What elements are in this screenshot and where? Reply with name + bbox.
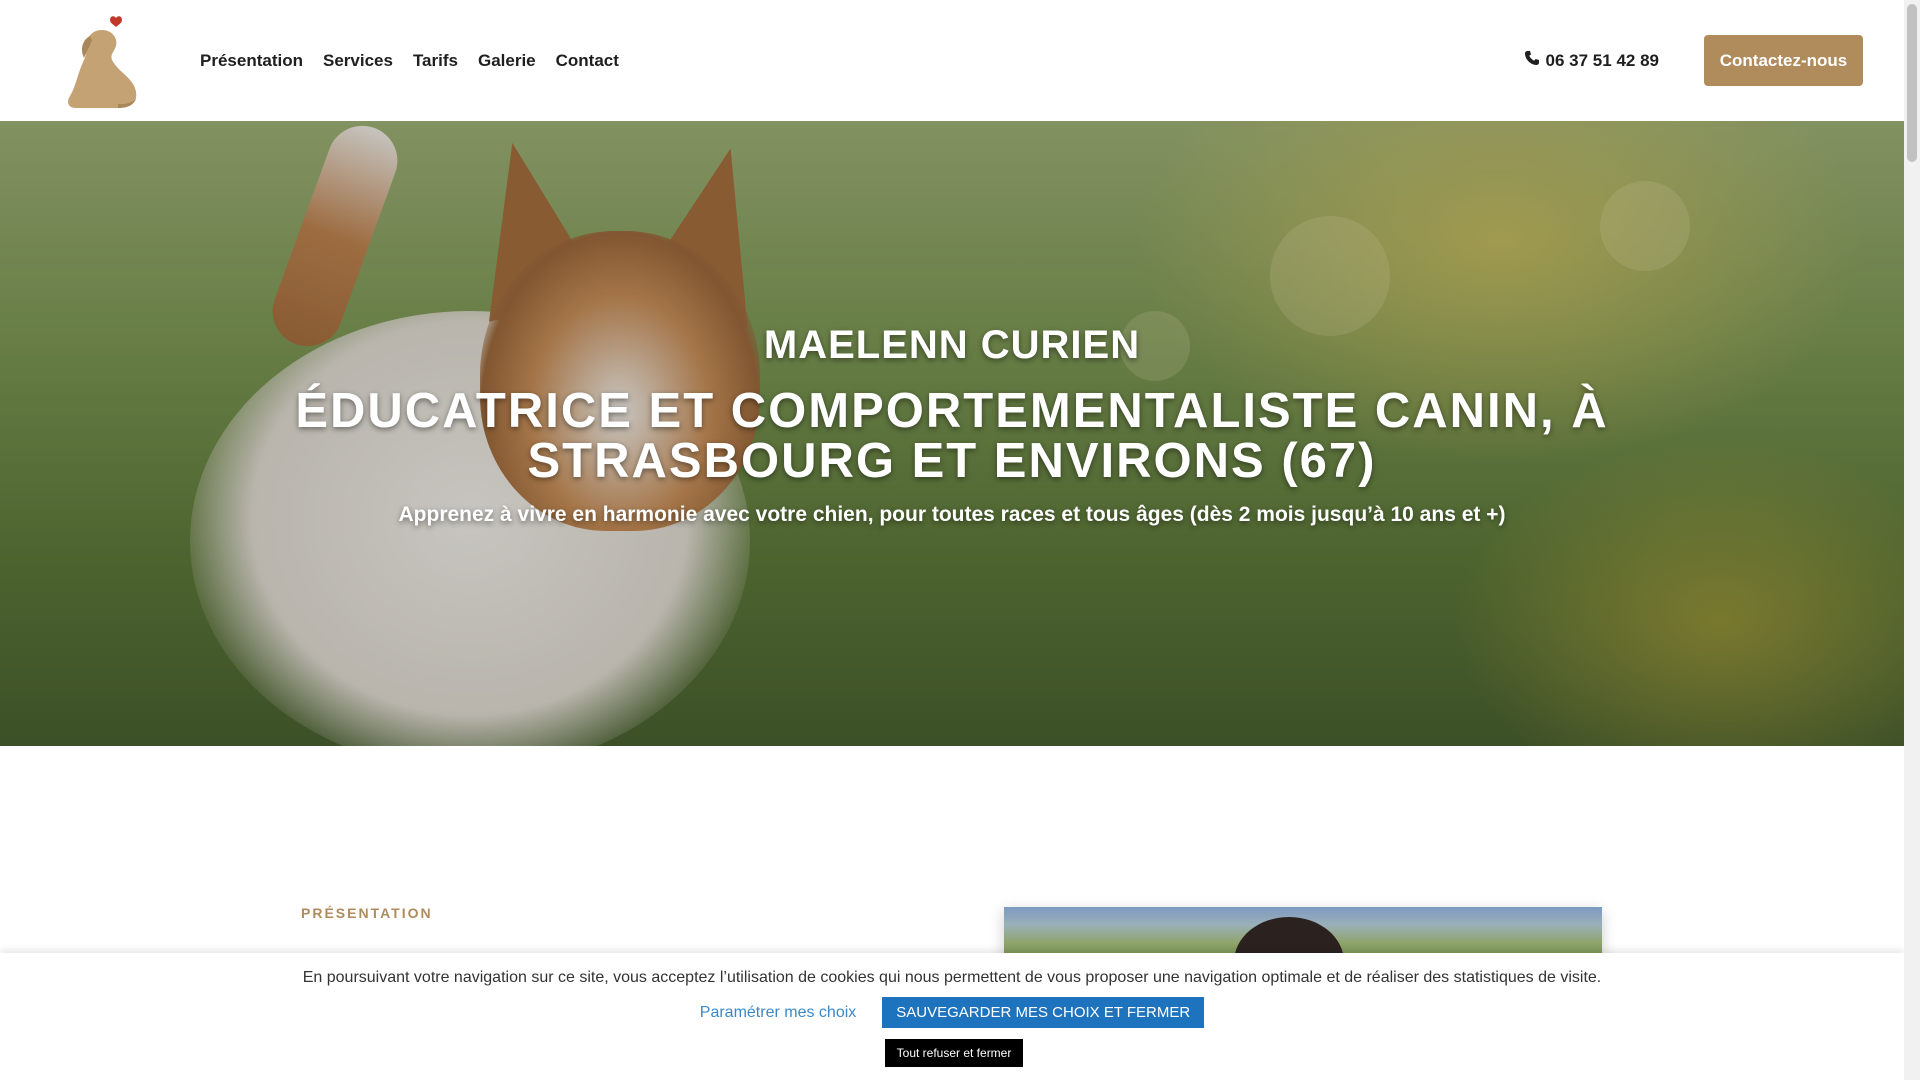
hero-name: MAELENN CURIEN bbox=[763, 323, 1141, 367]
hero-banner: MAELENN CURIEN ÉDUCATRICE ET COMPORTEMEN… bbox=[0, 121, 1904, 746]
cookie-text: En poursuivant votre navigation sur ce s… bbox=[302, 969, 1602, 986]
hero-subtitle: Apprenez à vivre en harmonie avec votre … bbox=[398, 503, 1506, 526]
cookie-save-button[interactable]: SAUVEGARDER MES CHOIX ET FERMER bbox=[882, 997, 1205, 1028]
cookie-settings-link[interactable]: Paramétrer mes choix bbox=[700, 1004, 857, 1022]
nav-item-galerie[interactable]: Galerie bbox=[478, 51, 536, 71]
nav-item-tarifs[interactable]: Tarifs bbox=[413, 51, 458, 71]
cookie-refuse-button[interactable]: Tout refuser et fermer bbox=[885, 1039, 1023, 1067]
page-scrollbar[interactable] bbox=[1904, 0, 1920, 1080]
scrollbar-thumb[interactable] bbox=[1907, 4, 1917, 162]
phone-link[interactable]: 06 37 51 42 89 bbox=[1524, 0, 1659, 121]
hero-title: ÉDUCATRICE ET COMPORTEMENTALISTE CANIN, … bbox=[295, 384, 1609, 488]
nav-item-contact[interactable]: Contact bbox=[556, 51, 619, 71]
site-header: Présentation Services Tarifs Galerie Con… bbox=[0, 0, 1904, 121]
contact-button[interactable]: Contactez-nous bbox=[1704, 35, 1863, 86]
cookie-actions: Paramétrer mes choix SAUVEGARDER MES CHO… bbox=[0, 997, 1904, 1028]
phone-number: 06 37 51 42 89 bbox=[1545, 50, 1659, 70]
hero-content: MAELENN CURIEN ÉDUCATRICE ET COMPORTEMEN… bbox=[0, 121, 1904, 746]
nav-item-services[interactable]: Services bbox=[323, 51, 393, 71]
cookie-banner: En poursuivant votre navigation sur ce s… bbox=[0, 953, 1904, 1080]
presentation-label: PRÉSENTATION bbox=[301, 905, 433, 921]
nav-item-presentation[interactable]: Présentation bbox=[200, 51, 303, 71]
main-nav: Présentation Services Tarifs Galerie Con… bbox=[200, 0, 619, 121]
phone-icon bbox=[1524, 50, 1540, 71]
dog-logo-icon[interactable] bbox=[62, 12, 142, 112]
